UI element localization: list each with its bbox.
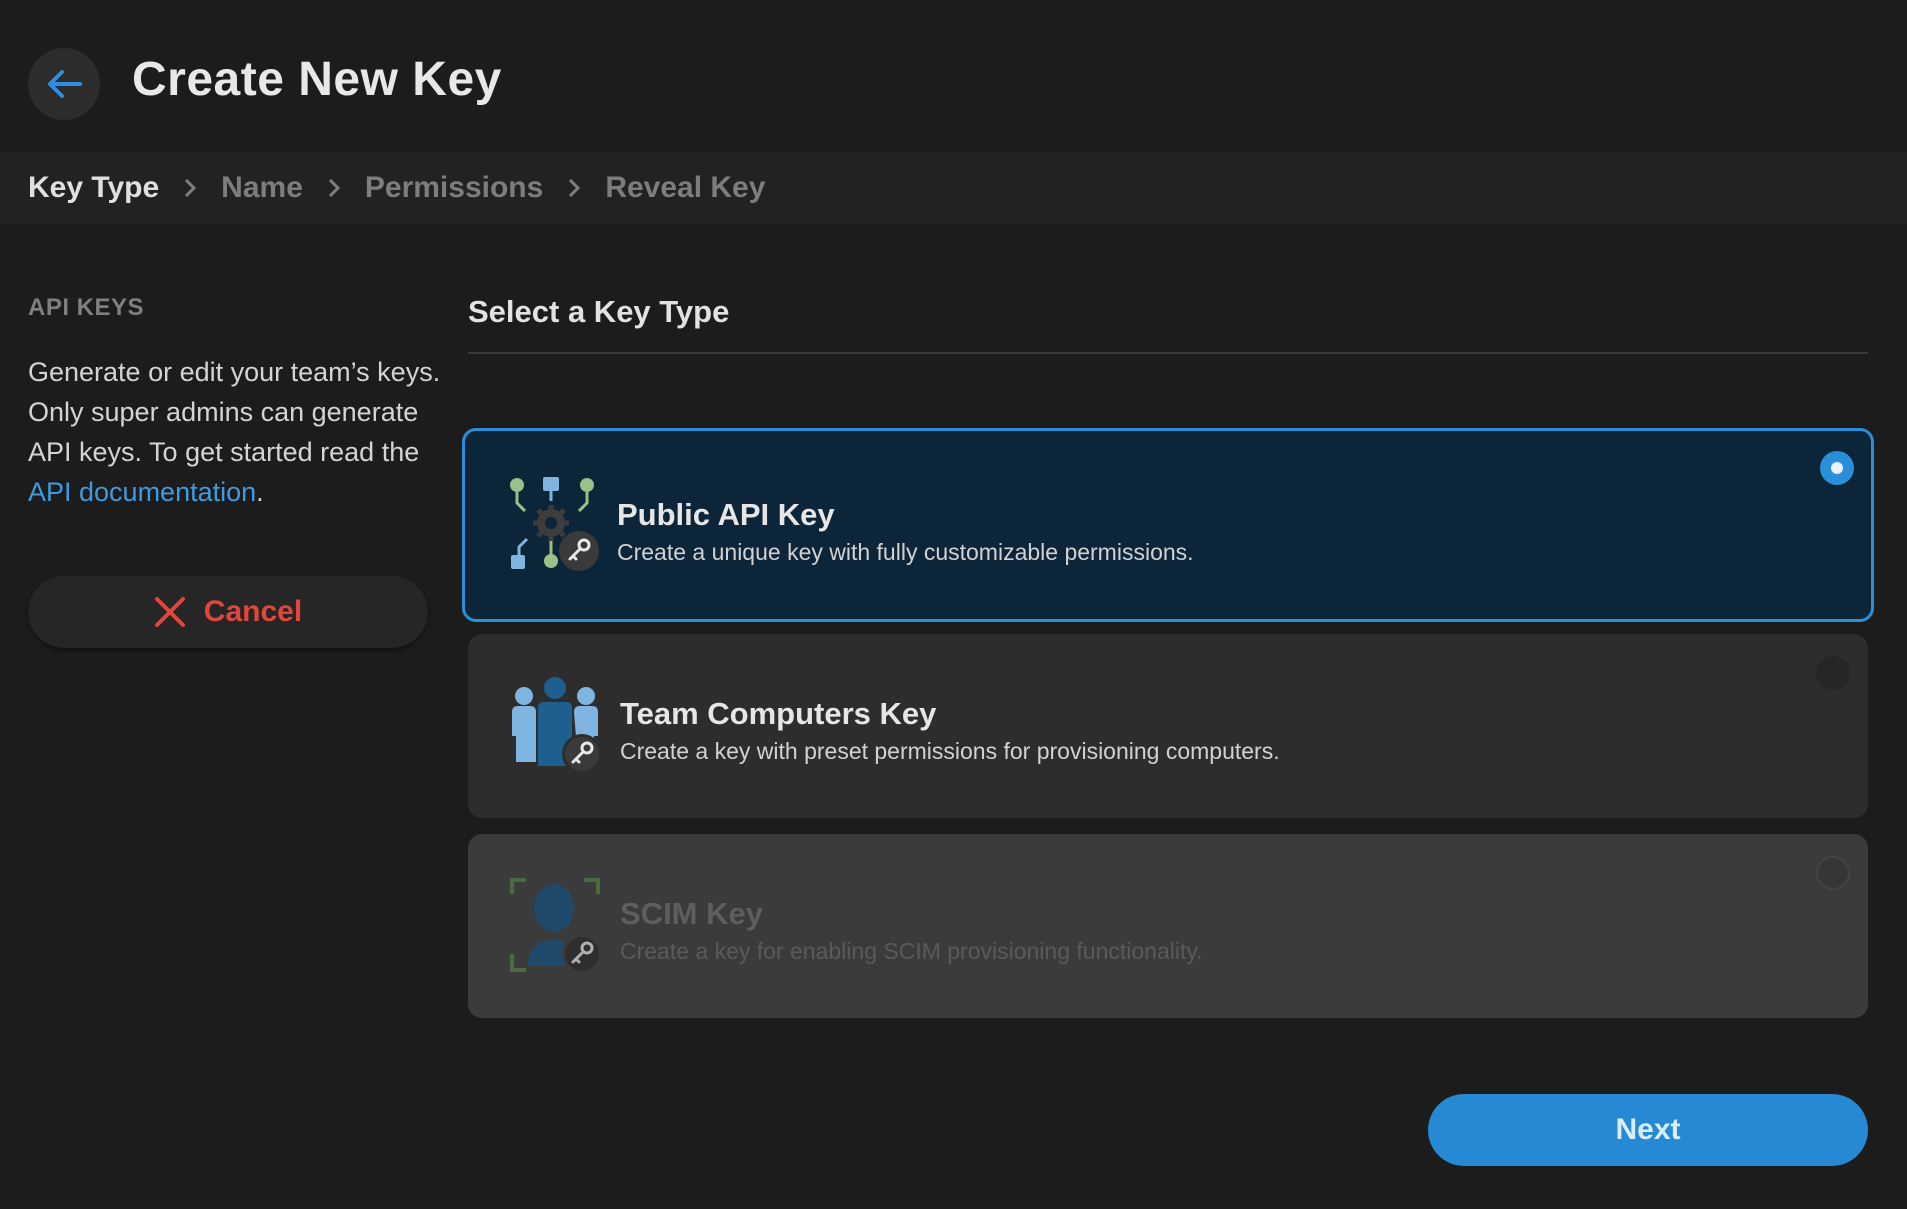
next-button[interactable]: Next	[1428, 1094, 1868, 1166]
cancel-label: Cancel	[203, 595, 303, 628]
radio-unselected[interactable]	[1816, 656, 1850, 690]
api-documentation-link[interactable]: API documentation	[28, 477, 256, 507]
radio-selected[interactable]	[1820, 451, 1854, 485]
key-type-option-scim: SCIM Key Create a key for enabling SCIM …	[468, 834, 1868, 1018]
api-network-key-icon	[505, 475, 601, 575]
chevron-right-icon	[543, 177, 605, 199]
option-description: Create a unique key with fully customiza…	[617, 539, 1194, 565]
cancel-button[interactable]: Cancel	[28, 576, 428, 648]
option-description: Create a key with preset permissions for…	[620, 738, 1280, 764]
chevron-right-icon	[303, 177, 365, 199]
option-title: SCIM Key	[620, 896, 763, 931]
close-icon	[154, 597, 185, 627]
option-title: Team Computers Key	[620, 696, 937, 731]
sidebar-description-period: .	[256, 477, 264, 507]
step-name: Name	[221, 171, 303, 204]
page-title: Create New Key	[132, 53, 502, 106]
section-title: Select a Key Type	[468, 294, 730, 329]
step-reveal-key: Reveal Key	[605, 171, 766, 204]
key-type-option-public-api[interactable]: Public API Key Create a unique key with …	[462, 428, 1874, 622]
key-type-option-team-computers[interactable]: Team Computers Key Create a key with pre…	[468, 634, 1868, 818]
step-permissions: Permissions	[364, 171, 544, 204]
divider	[468, 352, 1868, 354]
back-button[interactable]	[28, 48, 100, 120]
radio-disabled	[1816, 856, 1850, 890]
sidebar-description: Generate or edit your team’s keys. Only …	[28, 352, 448, 512]
step-key-type: Key Type	[28, 171, 160, 204]
option-description: Create a key for enabling SCIM provision…	[620, 938, 1203, 964]
next-label: Next	[1615, 1113, 1681, 1146]
option-title: Public API Key	[617, 497, 835, 532]
sidebar-heading: API KEYS	[28, 294, 145, 321]
sidebar-description-text: Generate or edit your team’s keys. Only …	[28, 357, 441, 467]
page-header: Create New Key	[0, 0, 1907, 152]
chevron-right-icon	[159, 177, 221, 199]
step-breadcrumb: Key Type Name Permissions Reveal Key	[0, 152, 1907, 224]
arrow-left-icon	[48, 70, 82, 98]
scim-user-key-icon	[508, 876, 604, 976]
team-people-key-icon	[508, 676, 604, 776]
